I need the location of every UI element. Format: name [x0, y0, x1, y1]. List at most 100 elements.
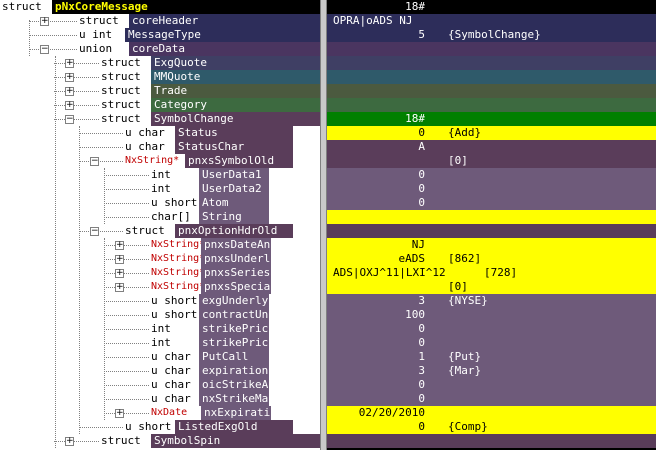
field-type: u char	[123, 140, 175, 154]
field-name[interactable]: UserData1	[199, 168, 269, 182]
expand-plus-icon[interactable]: +	[65, 87, 74, 96]
field-name[interactable]: pnxsSymbolOld	[185, 154, 293, 168]
field-name[interactable]: strikePric	[199, 322, 269, 336]
tree-connector	[104, 385, 149, 386]
field-value: 0	[418, 126, 425, 139]
field-type: u short	[149, 308, 199, 322]
field-name[interactable]: pnxsSeries	[201, 266, 271, 280]
tree-row-pnxsdatean[interactable]: + NxString* pnxsDateAn	[0, 238, 320, 252]
tree-row-nxstrikema[interactable]: u char nxStrikeMa	[0, 392, 320, 406]
field-name[interactable]: oicStrikeA	[199, 378, 269, 392]
collapse-minus-icon[interactable]: −	[90, 157, 99, 166]
field-name[interactable]: pNxCoreMessage	[52, 0, 320, 14]
field-name[interactable]: pnxsSpecia	[201, 280, 271, 294]
expand-plus-icon[interactable]: +	[115, 269, 124, 278]
tree-row-messagetype[interactable]: u int MessageType	[0, 28, 320, 42]
expand-plus-icon[interactable]: +	[65, 101, 74, 110]
field-value: 0	[418, 420, 425, 433]
tree-connector	[29, 21, 77, 22]
tree-row-userdata1[interactable]: int UserData1	[0, 168, 320, 182]
field-name[interactable]: Trade	[151, 84, 320, 98]
field-name[interactable]: coreData	[129, 42, 320, 56]
tree-row-pnxcoremessage[interactable]: struct pNxCoreMessage	[0, 0, 320, 14]
tree-row-nxexpirati[interactable]: + NxDate nxExpirati	[0, 406, 320, 420]
field-name[interactable]: Status	[175, 126, 293, 140]
field-name[interactable]: nxStrikeMa	[199, 392, 269, 406]
tree-row-symbolspin[interactable]: + struct SymbolSpin	[0, 434, 320, 448]
tree-row-pnxsseries[interactable]: + NxString* pnxsSeries	[0, 266, 320, 280]
tree-row-expiration[interactable]: u char expiration	[0, 364, 320, 378]
tree-connector	[104, 413, 149, 414]
expand-plus-icon[interactable]: +	[65, 437, 74, 446]
tree-connector	[54, 77, 99, 78]
tree-row-exgunderly[interactable]: u short exgUnderly	[0, 294, 320, 308]
field-name[interactable]: Atom	[199, 196, 269, 210]
field-name[interactable]: MMQuote	[151, 70, 320, 84]
expand-plus-icon[interactable]: +	[65, 73, 74, 82]
collapse-minus-icon[interactable]: −	[65, 115, 74, 124]
field-name[interactable]: SymbolChange	[151, 112, 320, 126]
tree-connector	[104, 287, 149, 288]
tree-row-atom[interactable]: u short Atom	[0, 196, 320, 210]
field-name[interactable]: SymbolSpin	[151, 434, 320, 448]
tree-row-putcall[interactable]: u char PutCall	[0, 350, 320, 364]
tree-row-status[interactable]: u char Status	[0, 126, 320, 140]
expand-plus-icon[interactable]: +	[65, 59, 74, 68]
tree-row-string[interactable]: char[] String	[0, 210, 320, 224]
field-name[interactable]: PutCall	[199, 350, 269, 364]
value-row-pnxssymbolold: [0]	[327, 154, 656, 168]
field-name[interactable]: String	[199, 210, 269, 224]
field-type: NxString*	[149, 252, 201, 266]
struct-tree-pane[interactable]: struct pNxCoreMessage + struct coreHeader u i…	[0, 0, 320, 450]
expand-plus-icon[interactable]: +	[115, 409, 124, 418]
tree-row-pnxoptionhdrold[interactable]: − struct pnxOptionHdrOld	[0, 224, 320, 238]
field-name[interactable]: MessageType	[125, 28, 320, 42]
field-name[interactable]: nxExpirati	[201, 406, 271, 420]
field-name[interactable]: coreHeader	[129, 14, 320, 28]
tree-row-pnxsspecia[interactable]: + NxString* pnxsSpecia	[0, 280, 320, 294]
field-name[interactable]: pnxsUnderl	[201, 252, 271, 266]
tree-row-exgquote[interactable]: + struct ExgQuote	[0, 56, 320, 70]
tree-row-trade[interactable]: + struct Trade	[0, 84, 320, 98]
field-name[interactable]: exgUnderly	[199, 294, 269, 308]
value-row-pnxsunderl: eADS [862]	[327, 252, 656, 266]
field-name[interactable]: strikePric	[199, 336, 269, 350]
field-name[interactable]: Category	[151, 98, 320, 112]
tree-row-coreheader[interactable]: + struct coreHeader	[0, 14, 320, 28]
tree-row-pnxssymbolold[interactable]: − NxString* pnxsSymbolOld	[0, 154, 320, 168]
field-type: struct	[123, 224, 175, 238]
tree-row-category[interactable]: + struct Category	[0, 98, 320, 112]
field-name[interactable]: pnxOptionHdrOld	[175, 224, 293, 238]
tree-row-statuschar[interactable]: u char StatusChar	[0, 140, 320, 154]
expand-plus-icon[interactable]: +	[40, 17, 49, 26]
tree-row-oicstrikea[interactable]: u char oicStrikeA	[0, 378, 320, 392]
tree-row-mmquote[interactable]: + struct MMQuote	[0, 70, 320, 84]
expand-plus-icon[interactable]: +	[115, 283, 124, 292]
tree-row-contractun[interactable]: u short contractUn	[0, 308, 320, 322]
collapse-minus-icon[interactable]: −	[90, 227, 99, 236]
tree-row-userdata2[interactable]: int UserData2	[0, 182, 320, 196]
field-name[interactable]: StatusChar	[175, 140, 293, 154]
field-name[interactable]: expiration	[199, 364, 269, 378]
field-name[interactable]: contractUn	[199, 308, 269, 322]
field-type: struct	[99, 84, 151, 98]
tree-row-coredata[interactable]: − union coreData	[0, 42, 320, 56]
field-name[interactable]: pnxsDateAn	[201, 238, 271, 252]
field-type: u char	[149, 392, 199, 406]
tree-row-listedexgold[interactable]: u short ListedExgOld	[0, 420, 320, 434]
field-name[interactable]: ListedExgOld	[175, 420, 293, 434]
field-name[interactable]: UserData2	[199, 182, 269, 196]
expand-plus-icon[interactable]: +	[115, 241, 124, 250]
value-row-status: 0 {Add}	[327, 126, 656, 140]
tree-row-strikepric[interactable]: int strikePric	[0, 336, 320, 350]
pane-splitter[interactable]	[320, 0, 327, 450]
field-name[interactable]: ExgQuote	[151, 56, 320, 70]
value-row-putcall: 1 {Put}	[327, 350, 656, 364]
field-type: struct	[99, 70, 151, 84]
tree-row-symbolchange[interactable]: − struct SymbolChange	[0, 112, 320, 126]
collapse-minus-icon[interactable]: −	[40, 45, 49, 54]
tree-row-strikepric[interactable]: int strikePric	[0, 322, 320, 336]
value-row-string	[327, 210, 656, 224]
expand-plus-icon[interactable]: +	[115, 255, 124, 264]
tree-row-pnxsunderl[interactable]: + NxString* pnxsUnderl	[0, 252, 320, 266]
